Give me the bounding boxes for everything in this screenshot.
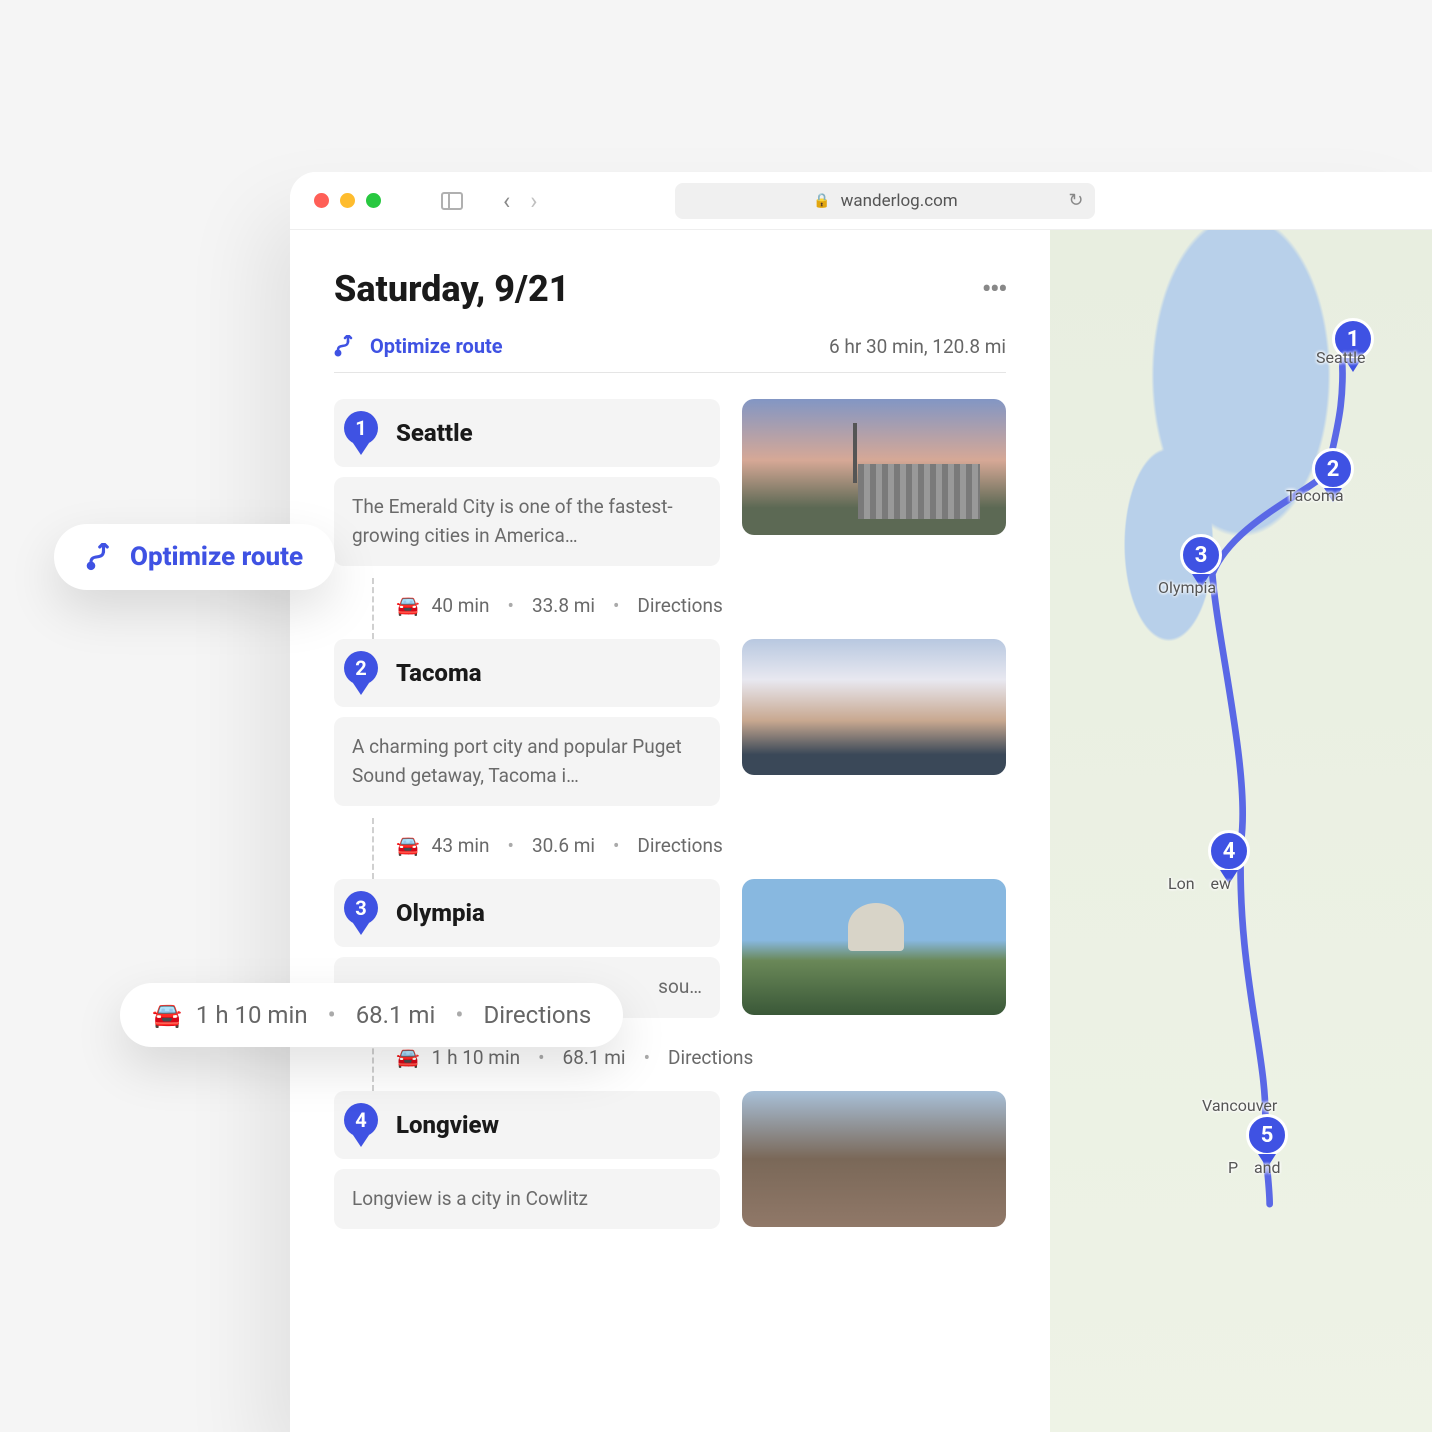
route-summary-row: Optimize route 6 hr 30 min, 120.8 mi xyxy=(334,334,1006,373)
stop-row: 1 Seattle The Emerald City is one of the… xyxy=(334,399,1006,566)
stop-thumbnail-olympia[interactable] xyxy=(742,879,1006,1015)
stop-description: The Emerald City is one of the fastest-g… xyxy=(334,477,720,566)
stop-description: A charming port city and popular Puget S… xyxy=(334,717,720,806)
route-icon xyxy=(334,335,358,357)
stop-thumbnail-seattle[interactable] xyxy=(742,399,1006,535)
directions-link[interactable]: Directions xyxy=(637,594,722,617)
route-total: 6 hr 30 min, 120.8 mi xyxy=(829,335,1006,358)
stop-thumbnail-tacoma[interactable] xyxy=(742,639,1006,775)
stop-name: Olympia xyxy=(396,899,485,927)
stop-pin-2: 2 xyxy=(344,651,378,695)
callout-optimize-route[interactable]: Optimize route xyxy=(54,524,335,590)
stop-row: 2 Tacoma A charming port city and popula… xyxy=(334,639,1006,806)
reload-icon[interactable]: ↻ xyxy=(1068,190,1083,211)
leg-time: 43 min xyxy=(432,834,490,857)
leg-row: 🚘 40 min • 33.8 mi • Directions xyxy=(334,578,1006,639)
map-label-seattle: Seattle xyxy=(1316,348,1366,367)
day-title: Saturday, 9/21 xyxy=(334,268,569,310)
stop-title-tacoma[interactable]: 2 Tacoma xyxy=(334,639,720,707)
maximize-window-button[interactable] xyxy=(366,193,381,208)
map-label-portland: P and xyxy=(1228,1158,1281,1177)
window-controls xyxy=(314,193,381,208)
callout-optimize-label: Optimize route xyxy=(130,542,303,572)
stop-title-olympia[interactable]: 3 Olympia xyxy=(334,879,720,947)
more-menu-button[interactable]: ••• xyxy=(982,282,1006,297)
day-header: Saturday, 9/21 ••• xyxy=(334,268,1006,310)
callout-leg-distance: 68.1 mi xyxy=(356,1001,436,1029)
sidebar-toggle-icon[interactable] xyxy=(441,192,463,210)
url-host: wanderlog.com xyxy=(841,191,958,211)
nav-forward-button[interactable]: › xyxy=(530,189,537,213)
browser-window: ‹ › 🔒 wanderlog.com ↻ Saturday, 9/21 ••• xyxy=(290,172,1432,1432)
leg-distance: 33.8 mi xyxy=(532,594,595,617)
callout-directions-link[interactable]: Directions xyxy=(483,1001,591,1029)
car-icon: 🚘 xyxy=(396,594,420,617)
stop-pin-3: 3 xyxy=(344,891,378,935)
optimize-route-label: Optimize route xyxy=(370,334,503,358)
leg-time: 1 h 10 min xyxy=(432,1046,520,1069)
map-label-vancouver: Vancouver xyxy=(1202,1096,1277,1115)
nav-back-button[interactable]: ‹ xyxy=(503,189,510,213)
leg-time: 40 min xyxy=(432,594,490,617)
car-icon: 🚘 xyxy=(396,834,420,857)
callout-leg-time: 1 h 10 min xyxy=(196,1001,308,1029)
minimize-window-button[interactable] xyxy=(340,193,355,208)
stop-thumbnail-longview[interactable] xyxy=(742,1091,1006,1227)
stop-name: Tacoma xyxy=(396,659,482,687)
itinerary-panel: Saturday, 9/21 ••• Optimize route 6 hr 3… xyxy=(290,230,1050,1432)
url-bar[interactable]: 🔒 wanderlog.com ↻ xyxy=(675,183,1095,219)
stop-pin-4: 4 xyxy=(344,1103,378,1147)
browser-chrome: ‹ › 🔒 wanderlog.com ↻ xyxy=(290,172,1432,230)
leg-row: 🚘 43 min • 30.6 mi • Directions xyxy=(334,818,1006,879)
stop-name: Seattle xyxy=(396,419,473,447)
stop-title-longview[interactable]: 4 Longview xyxy=(334,1091,720,1159)
lock-icon: 🔒 xyxy=(813,193,830,209)
close-window-button[interactable] xyxy=(314,193,329,208)
car-icon: 🚘 xyxy=(152,1001,182,1029)
nav-arrows: ‹ › xyxy=(503,189,537,213)
map-label-longview: Lon ew xyxy=(1168,874,1231,893)
leg-distance: 30.6 mi xyxy=(532,834,595,857)
stop-name: Longview xyxy=(396,1111,499,1139)
directions-link[interactable]: Directions xyxy=(668,1046,753,1069)
map-label-olympia: Olympia xyxy=(1158,578,1216,597)
car-icon: 🚘 xyxy=(396,1046,420,1069)
directions-link[interactable]: Directions xyxy=(637,834,722,857)
map-label-tacoma: Tacoma xyxy=(1286,486,1344,505)
stop-row: 4 Longview Longview is a city in Cowlitz xyxy=(334,1091,1006,1230)
callout-leg: 🚘 1 h 10 min • 68.1 mi • Directions xyxy=(120,983,623,1047)
leg-distance: 68.1 mi xyxy=(563,1046,626,1069)
stop-title-seattle[interactable]: 1 Seattle xyxy=(334,399,720,467)
route-icon xyxy=(86,543,116,571)
map-panel[interactable]: 1 Seattle 2 Tacoma 3 Olympia 4 Lon ew 5 … xyxy=(1050,230,1432,1432)
content-area: Saturday, 9/21 ••• Optimize route 6 hr 3… xyxy=(290,230,1432,1432)
stop-description: Longview is a city in Cowlitz xyxy=(334,1169,720,1230)
optimize-route-link[interactable]: Optimize route xyxy=(334,334,503,358)
stop-pin-1: 1 xyxy=(344,411,378,455)
